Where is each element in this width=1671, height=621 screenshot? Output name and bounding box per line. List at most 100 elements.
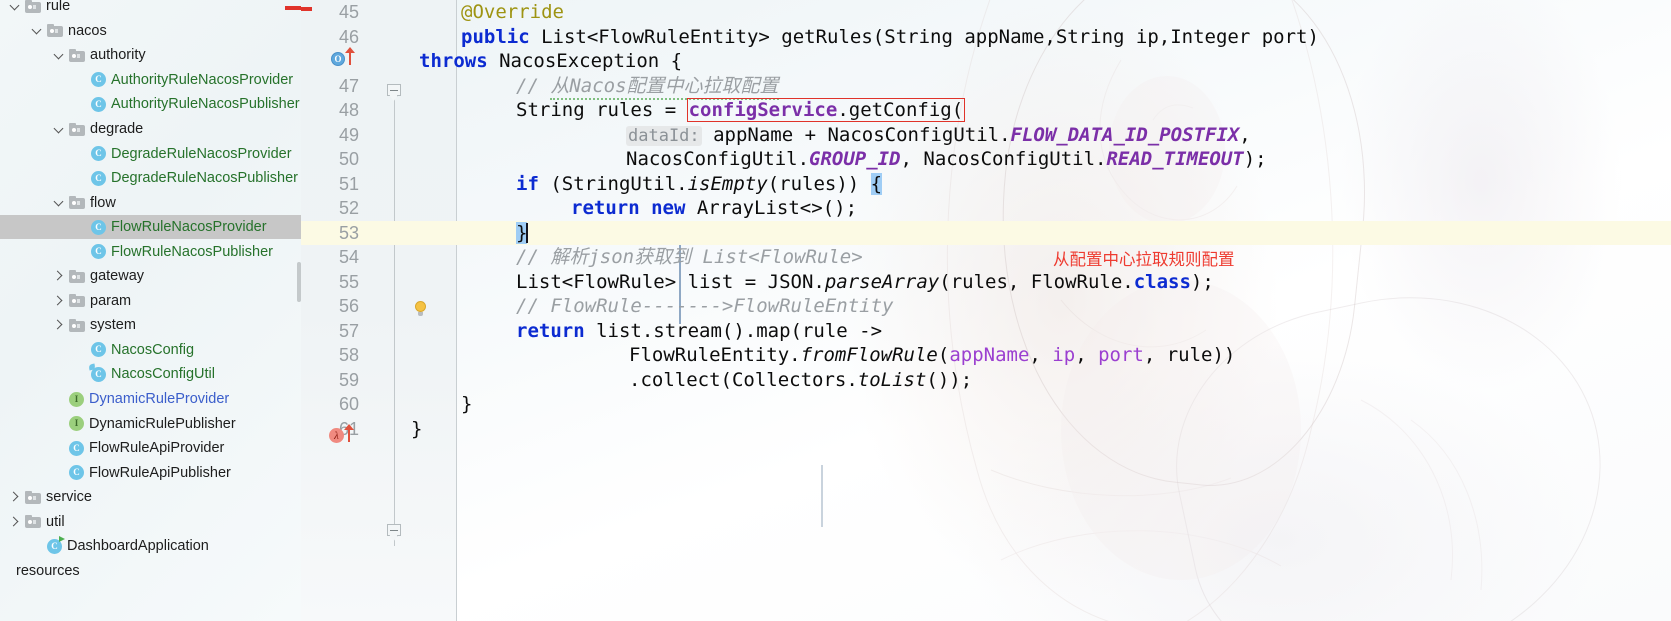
tree-item[interactable]: C AuthorityRuleNacosPublisher	[0, 92, 301, 117]
tree-item[interactable]: C FlowRuleApiPublisher	[0, 460, 301, 485]
tree-item-label: authority	[90, 47, 146, 64]
line-number: 54	[338, 247, 359, 267]
chevron-right-icon[interactable]	[9, 491, 22, 504]
code-line[interactable]: 49 dataId: appName + NacosConfigUtil.FLOW…	[301, 123, 1671, 148]
line-content: FlowRuleEntity.fromFlowRule(appName, ip,…	[629, 344, 1236, 366]
up-arrow-icon[interactable]	[344, 424, 354, 442]
tree-item-label: DegradeRuleNacosPublisher	[111, 170, 298, 187]
tree-item[interactable]: authority	[0, 43, 301, 68]
folder-icon	[69, 269, 85, 283]
code-line[interactable]: 50 NacosConfigUtil.GROUP_ID, NacosConfigU…	[301, 147, 1671, 172]
code-line[interactable]: 59 .collect(Collectors.toList());	[301, 368, 1671, 393]
tree-item[interactable]: util	[0, 509, 301, 534]
code-line[interactable]: 53}	[301, 220, 1671, 245]
tree-item-label: DegradeRuleNacosProvider	[111, 145, 292, 162]
tree-item[interactable]: C FlowRuleNacosProvider	[0, 214, 301, 240]
tree-item[interactable]: C NacosConfig	[0, 338, 301, 363]
code-line[interactable]: 45 @Override	[301, 0, 1671, 25]
line-content: }	[411, 417, 423, 440]
line-content: String rules = configService.getConfig(	[516, 98, 966, 122]
tree-item[interactable]: system	[0, 313, 301, 338]
code-line[interactable]: 54 // 解析json获取到 List<FlowRule>	[301, 245, 1671, 270]
tree-item-label: DynamicRuleProvider	[89, 391, 230, 408]
tree-item[interactable]: degrade	[0, 117, 301, 142]
chevron-right-icon[interactable]	[53, 294, 66, 307]
line-content: @Override	[461, 1, 564, 23]
tree-item[interactable]: C FlowRuleApiProvider	[0, 436, 301, 461]
line-content: dataId: appName + NacosConfigUtil.FLOW_D…	[626, 123, 1251, 146]
code-line[interactable]: 52 return new ArrayList<>();	[301, 196, 1671, 221]
code-line[interactable]: throws NacosException {	[301, 49, 1671, 74]
chevron-right-icon[interactable]	[53, 270, 66, 283]
tree-item[interactable]: I DynamicRuleProvider	[0, 387, 301, 412]
tree-item-label: AuthorityRuleNacosPublisher	[111, 96, 300, 113]
line-number: 45	[338, 2, 359, 22]
line-content: if (StringUtil.isEmpty(rules)) {	[516, 172, 883, 195]
chevron-right-icon[interactable]	[53, 319, 66, 332]
chevron-down-icon[interactable]	[31, 24, 44, 37]
java-class-icon: C	[69, 440, 84, 456]
code-line[interactable]: 56 // FlowRule------->FlowRuleEntity	[301, 294, 1671, 319]
tree-item[interactable]: I DynamicRulePublisher	[0, 411, 301, 436]
project-tree[interactable]: rule nacos authority C AuthorityRuleNacosPro…	[0, 0, 301, 583]
tree-item[interactable]: C NacosConfigUtil	[0, 362, 301, 387]
ide-window: rule nacos authority C AuthorityRuleNacosPro…	[0, 0, 1671, 621]
tree-item[interactable]: C AuthorityRuleNacosProvider	[0, 68, 301, 93]
tree-item-label: service	[46, 489, 92, 506]
line-content: public List<FlowRuleEntity> getRules(Str…	[461, 25, 1319, 48]
chevron-right-icon[interactable]	[9, 515, 22, 528]
tree-item[interactable]: nacos	[0, 19, 301, 44]
tree-item[interactable]: C DegradeRuleNacosProvider	[0, 141, 301, 166]
tree-item-label: param	[90, 292, 132, 309]
code-line[interactable]: 55 List<FlowRule> list = JSON.parseArray(…	[301, 270, 1671, 295]
tree-item[interactable]: service	[0, 485, 301, 510]
code-line[interactable]: 60}	[301, 392, 1671, 417]
fold-marker-icon[interactable]	[387, 84, 401, 101]
tree-item[interactable]: C DashboardApplication	[0, 534, 301, 559]
tree-item[interactable]: rule	[0, 0, 301, 19]
tree-item-label: AuthorityRuleNacosProvider	[111, 71, 294, 88]
code-editor[interactable]: 45 @Override 46 public List<FlowRuleEntity>…	[301, 0, 1671, 621]
code-line[interactable]: 48 String rules = configService.getConfig…	[301, 98, 1671, 123]
chevron-down-icon[interactable]	[9, 0, 22, 13]
tree-item-label: DynamicRulePublisher	[89, 415, 236, 432]
tree-item-label: gateway	[90, 268, 145, 285]
line-content: // FlowRule------->FlowRuleEntity	[516, 295, 894, 317]
editor-top-red-marker	[301, 7, 312, 11]
code-line[interactable]: 51 if (StringUtil.isEmpty(rules)) {	[301, 172, 1671, 197]
line-number: 52	[338, 198, 359, 218]
line-content: List<FlowRule> list = JSON.parseArray(ru…	[516, 270, 1214, 293]
code-line[interactable]: 57 return list.stream().map(rule ->	[301, 319, 1671, 344]
code-line[interactable]: 61}	[301, 417, 1671, 442]
code-lines[interactable]: 45 @Override 46 public List<FlowRuleEntity>…	[301, 0, 1671, 441]
project-tree-panel[interactable]: rule nacos authority C AuthorityRuleNacosPro…	[0, 0, 301, 621]
tree-item-label: FlowRuleApiProvider	[89, 440, 225, 457]
tree-item[interactable]: param	[0, 289, 301, 314]
tree-item[interactable]: resources	[0, 559, 301, 584]
tree-item-label: DashboardApplication	[67, 538, 209, 555]
tree-item-label: FlowRuleNacosPublisher	[111, 243, 273, 260]
intention-bulb-icon[interactable]	[414, 301, 427, 318]
overriding-method-icon[interactable]: O	[331, 52, 345, 66]
tree-item[interactable]: flow	[0, 190, 301, 215]
lambda-icon[interactable]: λ	[329, 428, 344, 443]
chevron-down-icon[interactable]	[53, 196, 66, 209]
folder-icon	[69, 294, 85, 308]
fold-marker-icon[interactable]	[387, 524, 401, 541]
tree-item[interactable]: C DegradeRuleNacosPublisher	[0, 166, 301, 191]
chevron-down-icon[interactable]	[53, 49, 66, 62]
code-line[interactable]: 58 FlowRuleEntity.fromFlowRule(appName, i…	[301, 343, 1671, 368]
chevron-down-icon[interactable]	[53, 123, 66, 136]
up-arrow-icon[interactable]	[345, 47, 355, 65]
tree-item[interactable]: C FlowRuleNacosPublisher	[0, 239, 301, 264]
tree-item[interactable]: gateway	[0, 264, 301, 289]
code-line[interactable]: 46 public List<FlowRuleEntity> getRules(S…	[301, 25, 1671, 50]
folder-icon	[25, 490, 41, 504]
code-line[interactable]: 47 // 从Nacos配置中心拉取配置	[301, 74, 1671, 100]
